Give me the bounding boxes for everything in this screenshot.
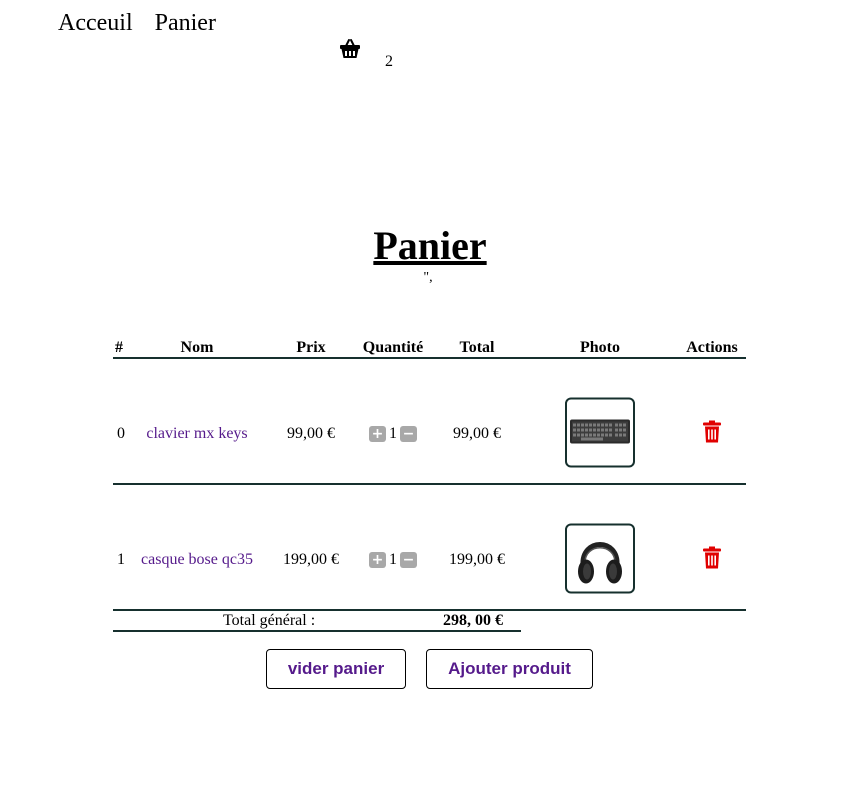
quantity-stepper: + 1 − [359, 425, 427, 443]
nav-cart-link[interactable]: Panier [155, 10, 216, 36]
top-nav: Acceuil Panier [58, 10, 232, 37]
minus-icon[interactable]: − [400, 552, 417, 568]
table-row: 1 casque bose qc35 199,00 € + 1 − 199,00… [113, 485, 746, 611]
trash-icon[interactable] [703, 420, 721, 443]
grand-total-row: Total général : 298, 00 € [113, 611, 746, 632]
empty-cart-button[interactable]: vider panier [266, 649, 406, 689]
add-product-button[interactable]: Ajouter produit [426, 649, 593, 689]
header-quantity: Quantité [362, 339, 424, 356]
basket-icon[interactable] [339, 38, 361, 60]
headphones-photo [565, 523, 635, 594]
minus-icon[interactable]: − [400, 426, 417, 442]
product-name-link[interactable]: clavier mx keys [146, 425, 247, 442]
table-header: # Nom Prix Quantité Total Photo Actions [113, 336, 746, 359]
header-total: Total [459, 339, 495, 356]
stray-text: ", [423, 270, 433, 285]
cart-count: 2 [385, 53, 393, 70]
row-index: 1 [117, 551, 125, 568]
header-name: Nom [180, 339, 214, 356]
row-price: 99,00 € [287, 425, 335, 442]
keyboard-photo [565, 397, 635, 468]
row-quantity: 1 [389, 551, 397, 568]
header-actions: Actions [686, 339, 738, 356]
row-price: 199,00 € [283, 551, 339, 568]
trash-icon[interactable] [703, 546, 721, 569]
plus-icon[interactable]: + [369, 426, 386, 442]
row-index: 0 [117, 425, 125, 442]
cart-table: # Nom Prix Quantité Total Photo Actions … [113, 336, 746, 632]
row-quantity: 1 [389, 425, 397, 442]
divider [113, 630, 521, 632]
header-price: Prix [296, 339, 326, 356]
product-name-link[interactable]: casque bose qc35 [141, 551, 253, 568]
table-row: 0 clavier mx keys 99,00 € + 1 − 99,00 € [113, 359, 746, 485]
header-index: # [115, 339, 123, 356]
plus-icon[interactable]: + [369, 552, 386, 568]
header-photo: Photo [580, 339, 620, 356]
row-total: 199,00 € [449, 551, 505, 568]
page-title: Panier [373, 223, 487, 268]
grand-total-label: Total général : [223, 612, 316, 629]
grand-total-value: 298, 00 € [443, 612, 503, 629]
nav-home-link[interactable]: Acceuil [58, 10, 133, 36]
quantity-stepper: + 1 − [359, 551, 427, 569]
row-total: 99,00 € [453, 425, 501, 442]
